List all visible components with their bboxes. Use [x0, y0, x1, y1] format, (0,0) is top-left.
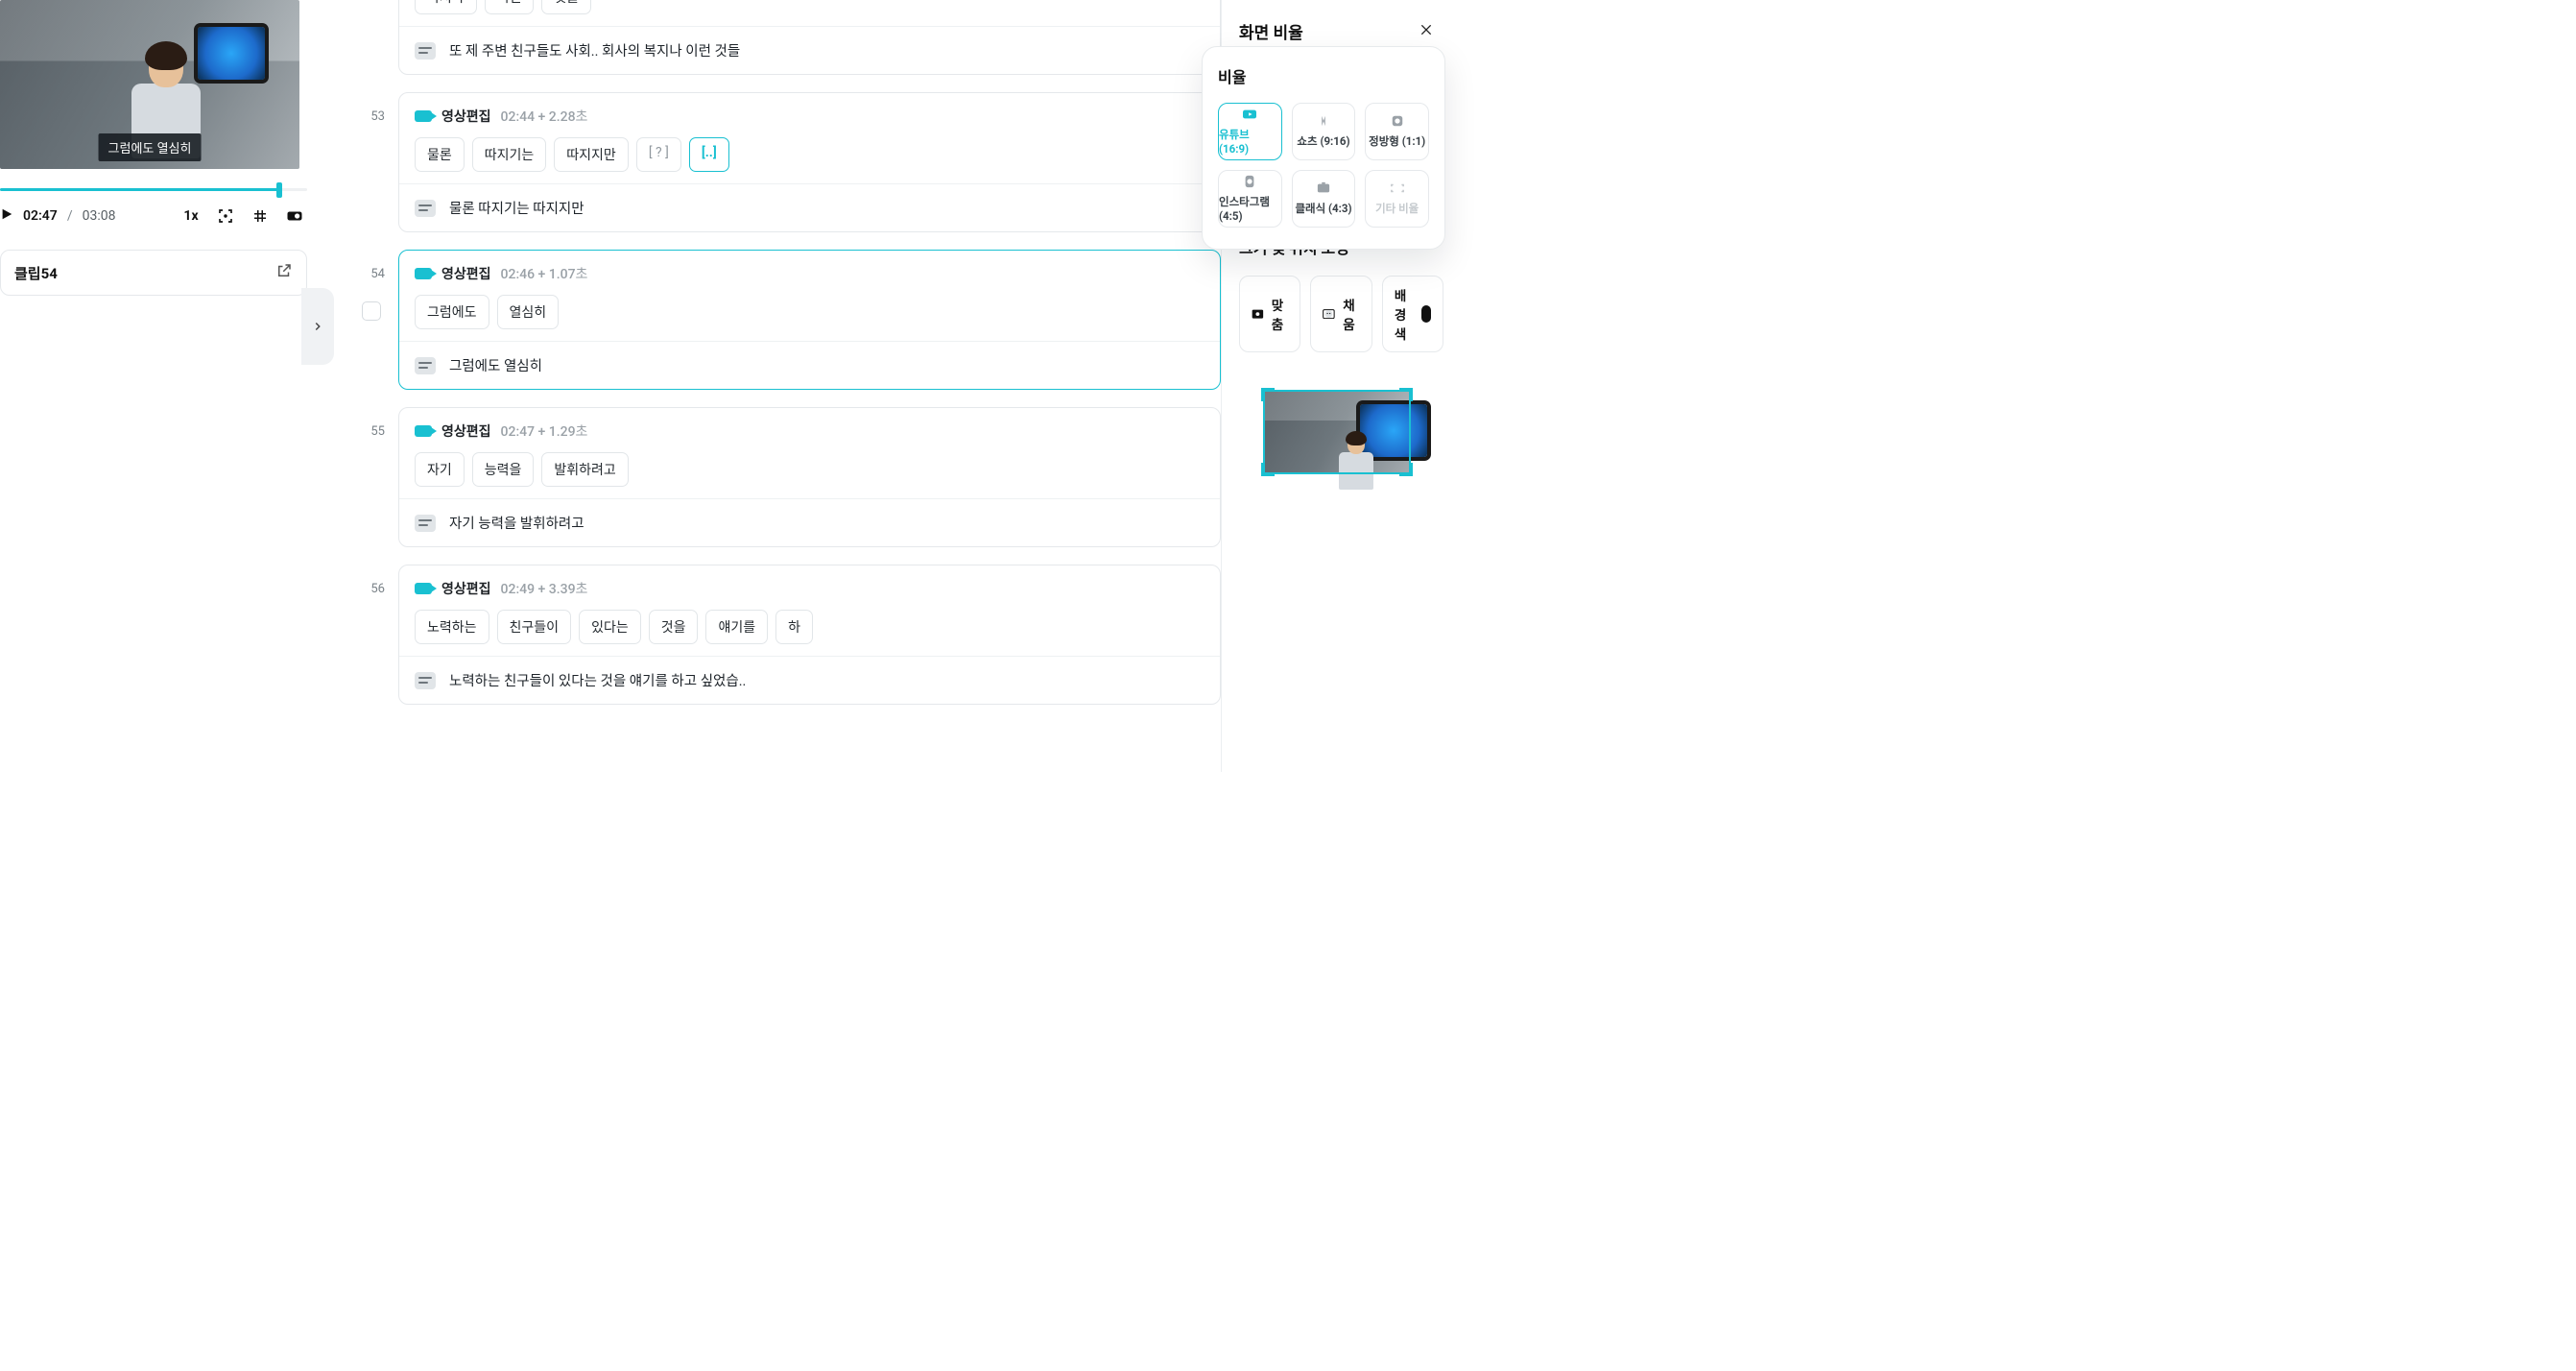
camera-icon: [415, 583, 432, 594]
word-chip[interactable]: 노력하는: [415, 610, 489, 644]
clip-title-label: 영상편집: [441, 107, 491, 126]
clip-number: 54: [358, 250, 385, 390]
word-chip[interactable]: 그럼에도: [415, 295, 489, 329]
fill-icon: [1323, 307, 1335, 321]
subtitle-icon: [415, 42, 436, 60]
caption-toggle-icon[interactable]: [282, 204, 307, 228]
word-chip[interactable]: 것들: [541, 0, 591, 14]
clip-title-label: 영상편집: [441, 579, 491, 598]
word-chip[interactable]: 따지지만: [554, 137, 629, 172]
ratio-label: 쇼츠 (9:16): [1297, 133, 1349, 149]
crop-preview[interactable]: [1264, 391, 1410, 473]
ratio-option[interactable]: 클래식 (4:3): [1292, 170, 1356, 228]
ratio-option[interactable]: 인스타그램 (4:5): [1218, 170, 1282, 228]
ratio-label: 기타 비율: [1375, 201, 1419, 216]
word-chip[interactable]: 이런: [485, 0, 535, 14]
clip-title-label: 영상편집: [441, 421, 491, 441]
clip-timestamp: 02:46 + 1.07초: [501, 264, 588, 283]
subtitle-text[interactable]: 자기 능력을 발휘하려고: [449, 513, 584, 533]
word-chip[interactable]: 열심히: [497, 295, 560, 329]
clip-row[interactable]: 55 영상편집 02:47 + 1.29초자기능력을발휘하려고자기 능력을 발휘하려…: [358, 407, 1221, 547]
word-chip[interactable]: 있다는: [579, 610, 641, 644]
clip-number: [358, 0, 385, 75]
clip-row[interactable]: 54 영상편집 02:46 + 1.07초그럼에도열심히그럼에도 열심히: [358, 250, 1221, 390]
word-chip[interactable]: 얘기를: [705, 610, 768, 644]
clip-title: 클립54: [14, 263, 58, 283]
camera-icon: [415, 110, 432, 122]
word-chip[interactable]: 물론: [415, 137, 465, 172]
clip-number: 56: [358, 565, 385, 705]
clip-number: 55: [358, 407, 385, 547]
bg-swatch: [1421, 305, 1431, 323]
ratio-popover: 비율 유튜브 (16:9) 쇼츠 (9:16) 정방형 (1:1) 인스타그램 (4:…: [1202, 46, 1445, 250]
word-chip[interactable]: [ ? ]: [636, 137, 681, 172]
subtitle-icon: [415, 357, 436, 374]
clip-number: 53: [358, 92, 385, 232]
word-chip[interactable]: 친구들이: [497, 610, 572, 644]
ratio-icon: [1389, 114, 1406, 128]
clip-title-label: 영상편집: [441, 264, 491, 283]
ratio-heading: 비율: [1218, 64, 1429, 87]
word-chip[interactable]: 하: [775, 610, 813, 644]
subtitle-text[interactable]: 또 제 주변 친구들도 사회.. 회사의 복지나 이런 것들: [449, 40, 740, 60]
progress-bar[interactable]: [0, 179, 307, 200]
word-chip[interactable]: 따지기는: [472, 137, 547, 172]
word-chip[interactable]: 것을: [649, 610, 699, 644]
fit-icon: [1252, 307, 1264, 321]
ratio-label: 유튜브 (16:9): [1219, 127, 1281, 156]
panel-title: 화면 비율: [1239, 19, 1303, 43]
word-chip[interactable]: 발휘하려고: [541, 452, 628, 487]
clip-title-card[interactable]: 클립54: [0, 250, 307, 296]
clip-timestamp: 02:49 + 3.39초: [501, 579, 588, 598]
clip-timestamp: 02:47 + 1.29초: [501, 421, 588, 441]
time-separator: /: [67, 208, 73, 224]
ratio-label: 인스타그램 (4:5): [1219, 194, 1281, 223]
total-time: 03:08: [83, 208, 116, 224]
ratio-icon: [1241, 175, 1258, 188]
clip-row[interactable]: 56 영상편집 02:49 + 3.39초노력하는친구들이있다는것을얘기를하노력하는…: [358, 565, 1221, 705]
clip-timestamp: 02:44 + 2.28초: [501, 107, 588, 126]
ratio-label: 정방형 (1:1): [1369, 133, 1425, 149]
subtitle-icon: [415, 200, 436, 217]
clip-row[interactable]: 복지다 이런 것들또 제 주변 친구들도 사회.. 회사의 복지나 이런 것들: [358, 0, 1221, 75]
word-chip[interactable]: 능력을: [472, 452, 535, 487]
play-icon[interactable]: [0, 207, 13, 225]
ratio-option[interactable]: 정방형 (1:1): [1365, 103, 1429, 160]
ratio-label: 클래식 (4:3): [1295, 201, 1351, 216]
subtitle-text[interactable]: 노력하는 친구들이 있다는 것을 얘기를 하고 싶었습..: [449, 670, 746, 690]
fill-button[interactable]: 채움: [1310, 276, 1371, 352]
ratio-option: 기타 비율: [1365, 170, 1429, 228]
subtitle-icon: [415, 672, 436, 689]
speed-button[interactable]: 1x: [179, 204, 203, 228]
close-icon[interactable]: [1419, 22, 1434, 41]
video-preview[interactable]: 그럼에도 열심히: [0, 0, 299, 169]
ratio-icon: [1315, 114, 1332, 128]
subtitle-icon: [415, 515, 436, 532]
subtitle-text[interactable]: 물론 따지기는 따지지만: [449, 198, 584, 218]
open-external-icon[interactable]: [275, 262, 293, 283]
current-time: 02:47: [23, 208, 58, 224]
word-chip[interactable]: 복지다: [415, 0, 477, 14]
ratio-option[interactable]: 유튜브 (16:9): [1218, 103, 1282, 160]
fit-button[interactable]: 맞춤: [1239, 276, 1300, 352]
ratio-icon: [1315, 181, 1332, 195]
grid-icon[interactable]: [248, 204, 273, 228]
camera-icon: [415, 425, 432, 437]
clip-checkbox[interactable]: [362, 301, 381, 321]
word-chip[interactable]: [..]: [689, 137, 729, 172]
focus-icon[interactable]: [213, 204, 238, 228]
ratio-icon: [1241, 108, 1258, 121]
camera-icon: [415, 268, 432, 279]
bgcolor-button[interactable]: 배경색: [1382, 276, 1443, 352]
ratio-option[interactable]: 쇼츠 (9:16): [1292, 103, 1356, 160]
video-caption: 그럼에도 열심히: [99, 133, 202, 161]
ratio-icon: [1389, 181, 1406, 195]
word-chip[interactable]: 자기: [415, 452, 465, 487]
clip-row[interactable]: 53 영상편집 02:44 + 2.28초물론따지기는따지지만[ ? ][..] 물론…: [358, 92, 1221, 232]
subtitle-text[interactable]: 그럼에도 열심히: [449, 355, 542, 375]
